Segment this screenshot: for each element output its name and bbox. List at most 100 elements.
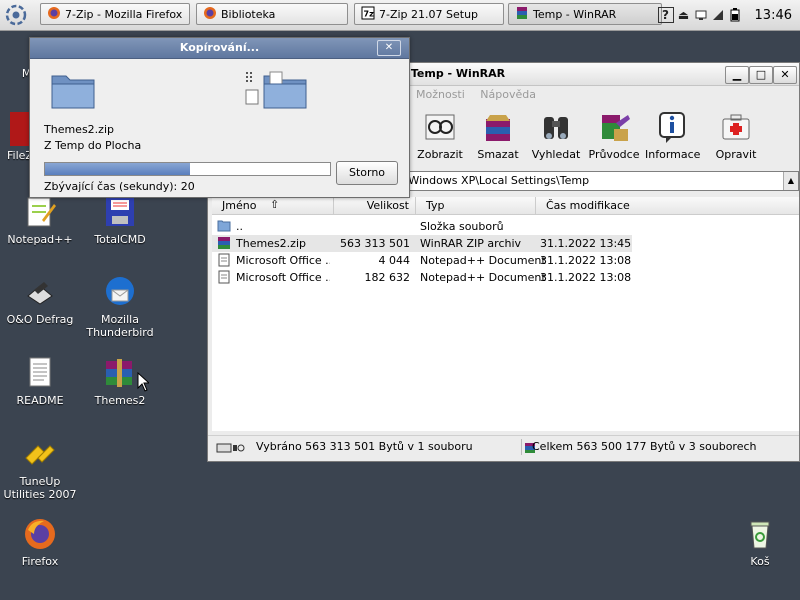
desktop-icon-firefox[interactable]: Firefox (0, 516, 80, 568)
desktop-icon-label: Koš (750, 555, 770, 568)
column-header-label: Čas modifikace (546, 199, 630, 212)
row-name: Themes2.zip (236, 237, 306, 250)
menu-napoveda[interactable]: Nápověda (480, 88, 536, 101)
toolbar-label: Zobrazit (417, 148, 463, 161)
task-label: Biblioteka (221, 7, 276, 21)
desktop-icon-label: Themes2 (94, 394, 146, 407)
winrar-icon (515, 6, 529, 23)
row-modified: 31.1.2022 13:45 (540, 237, 632, 250)
firefox-icon (47, 6, 61, 23)
maximize-button[interactable]: □ (749, 66, 773, 84)
table-row[interactable]: Microsoft Office ... 182 632 Notepad++ D… (212, 269, 632, 286)
mouse-cursor-icon (137, 371, 151, 395)
desktop-icon-label: Notepad++ (7, 233, 73, 246)
minimize-button[interactable]: ▁ (725, 66, 749, 84)
row-name: .. (236, 220, 243, 233)
toolbar-label: Průvodce (588, 148, 640, 161)
toolbar-find-button[interactable]: Vyhledat (529, 107, 583, 165)
table-row[interactable]: Themes2.zip 563 313 501 WinRAR ZIP archi… (212, 235, 632, 252)
desktop-icon-totalcmd[interactable]: TotalCMD (80, 194, 160, 246)
desktop-icon-label: TotalCMD (94, 233, 146, 246)
toolbar-view-button[interactable]: Zobrazit (413, 107, 467, 165)
desktop-icon-label: Firefox (21, 555, 59, 568)
toolbar-repair-button[interactable]: Opravit (709, 107, 763, 165)
winrar-archive-icon (102, 355, 138, 391)
thunderbird-icon (102, 274, 138, 310)
file-list: Jméno ⇧ Velikost Typ Čas modifikace .. S… (212, 197, 799, 431)
toolbar-delete-button[interactable]: Smazat (471, 107, 525, 165)
column-header-modified[interactable]: Čas modifikace (536, 197, 799, 215)
firefox-icon (203, 6, 217, 23)
close-button[interactable]: ✕ (377, 40, 401, 56)
info-icon (654, 109, 690, 145)
floppy-icon (102, 194, 138, 230)
task-label: 7-Zip 21.07 Setup (379, 7, 479, 21)
desktop-icon-notepadpp[interactable]: Notepad++ (0, 194, 80, 246)
files-flying-icon (244, 70, 264, 109)
column-header-name[interactable]: Jméno ⇧ (212, 197, 334, 215)
copy-dialog: Kopírování... ✕ Themes2.zip Z Temp do Pl… (29, 37, 410, 198)
dialog-title: Kopírování... (179, 41, 260, 54)
desktop-icon-readme[interactable]: README (0, 355, 80, 407)
row-size: 4 044 (378, 254, 411, 267)
cancel-button[interactable]: Storno (336, 161, 398, 185)
help-icon[interactable]: ? (657, 7, 674, 23)
desktop-icon-oo-defrag[interactable]: O&O Defrag (0, 274, 80, 326)
address-path: s\Windows XP\Local Settings\Temp (399, 174, 590, 187)
task-7zip-setup[interactable]: 7z 7-Zip 21.07 Setup (354, 3, 504, 25)
recycle-bin-icon (742, 516, 778, 552)
desktop-icon-tuneup[interactable]: TuneUp Utilities 2007 (0, 436, 80, 501)
battery-icon[interactable] (728, 8, 742, 22)
system-tray: ? ⏏ 13:46 (657, 3, 800, 27)
status-total: Celkem 563 500 177 Bytů v 3 souborech (532, 440, 757, 453)
desktop-icon-thunderbird[interactable]: Mozilla Thunderbird (80, 274, 160, 339)
winrar-toolbar: Zobrazit Smazat Vyhledat Průvodce Inform… (413, 107, 763, 165)
column-header-label: Typ (426, 199, 445, 212)
close-button[interactable]: ✕ (773, 66, 797, 84)
toolbar-label: Opravit (715, 148, 757, 161)
text-file-icon (22, 355, 58, 391)
delete-icon (480, 109, 516, 145)
toolbar-wizard-button[interactable]: Průvodce (587, 107, 641, 165)
toolbar-label: Vyhledat (531, 148, 581, 161)
start-menu-icon[interactable] (4, 3, 28, 27)
desktop-icon-label: TuneUp Utilities 2007 (3, 475, 77, 501)
copy-dialog-titlebar[interactable]: Kopírování... ✕ (30, 38, 409, 59)
menu-moznosti[interactable]: Možnosti (416, 88, 465, 101)
defrag-icon (22, 274, 58, 310)
find-icon (538, 109, 574, 145)
desktop-icon-label: README (16, 394, 64, 407)
chevron-down-icon[interactable]: ▲ (783, 172, 798, 190)
toolbar-label: Informace (645, 148, 701, 161)
desktop-icon-recycle-bin[interactable]: Koš (720, 516, 800, 568)
row-type: Notepad++ Document (420, 271, 546, 284)
status-selected: Vybráno 563 313 501 Bytů v 1 souboru (256, 440, 473, 453)
table-row[interactable]: .. Složka souborů (212, 218, 632, 235)
clock[interactable]: 13:46 (755, 8, 792, 23)
row-size: 563 313 501 (340, 237, 410, 250)
view-icon (422, 109, 458, 145)
network-icon[interactable] (694, 8, 708, 22)
task-firefox-7zip[interactable]: 7-Zip - Mozilla Firefox (40, 3, 190, 25)
row-name: Microsoft Office ... (236, 254, 330, 267)
destination-folder-icon (262, 70, 308, 113)
svg-text:7z: 7z (364, 9, 375, 18)
column-header-size[interactable]: Velikost (334, 197, 416, 215)
eject-icon[interactable]: ⏏ (677, 8, 691, 22)
column-header-type[interactable]: Typ (416, 197, 536, 215)
desktop-icon-label: Mozilla Thunderbird (86, 313, 154, 339)
table-row[interactable]: Microsoft Office ... 4 044 Notepad++ Doc… (212, 252, 632, 269)
row-type: Složka souborů (420, 220, 504, 233)
task-winrar[interactable]: Temp - WinRAR (508, 3, 662, 25)
wizard-icon (596, 109, 632, 145)
toolbar-info-button[interactable]: Informace (645, 107, 701, 165)
row-name: Microsoft Office ... (236, 271, 330, 284)
repair-icon (718, 109, 754, 145)
source-folder-icon (50, 70, 96, 113)
remaining-time: Zbývající čas (sekundy): 20 (44, 180, 195, 193)
firefox-icon (22, 516, 58, 552)
volume-icon[interactable] (711, 8, 725, 22)
column-header-label: Velikost (366, 199, 409, 212)
taskbar: 7-Zip - Mozilla Firefox Biblioteka 7z 7-… (0, 0, 800, 31)
task-biblioteka[interactable]: Biblioteka (196, 3, 348, 25)
